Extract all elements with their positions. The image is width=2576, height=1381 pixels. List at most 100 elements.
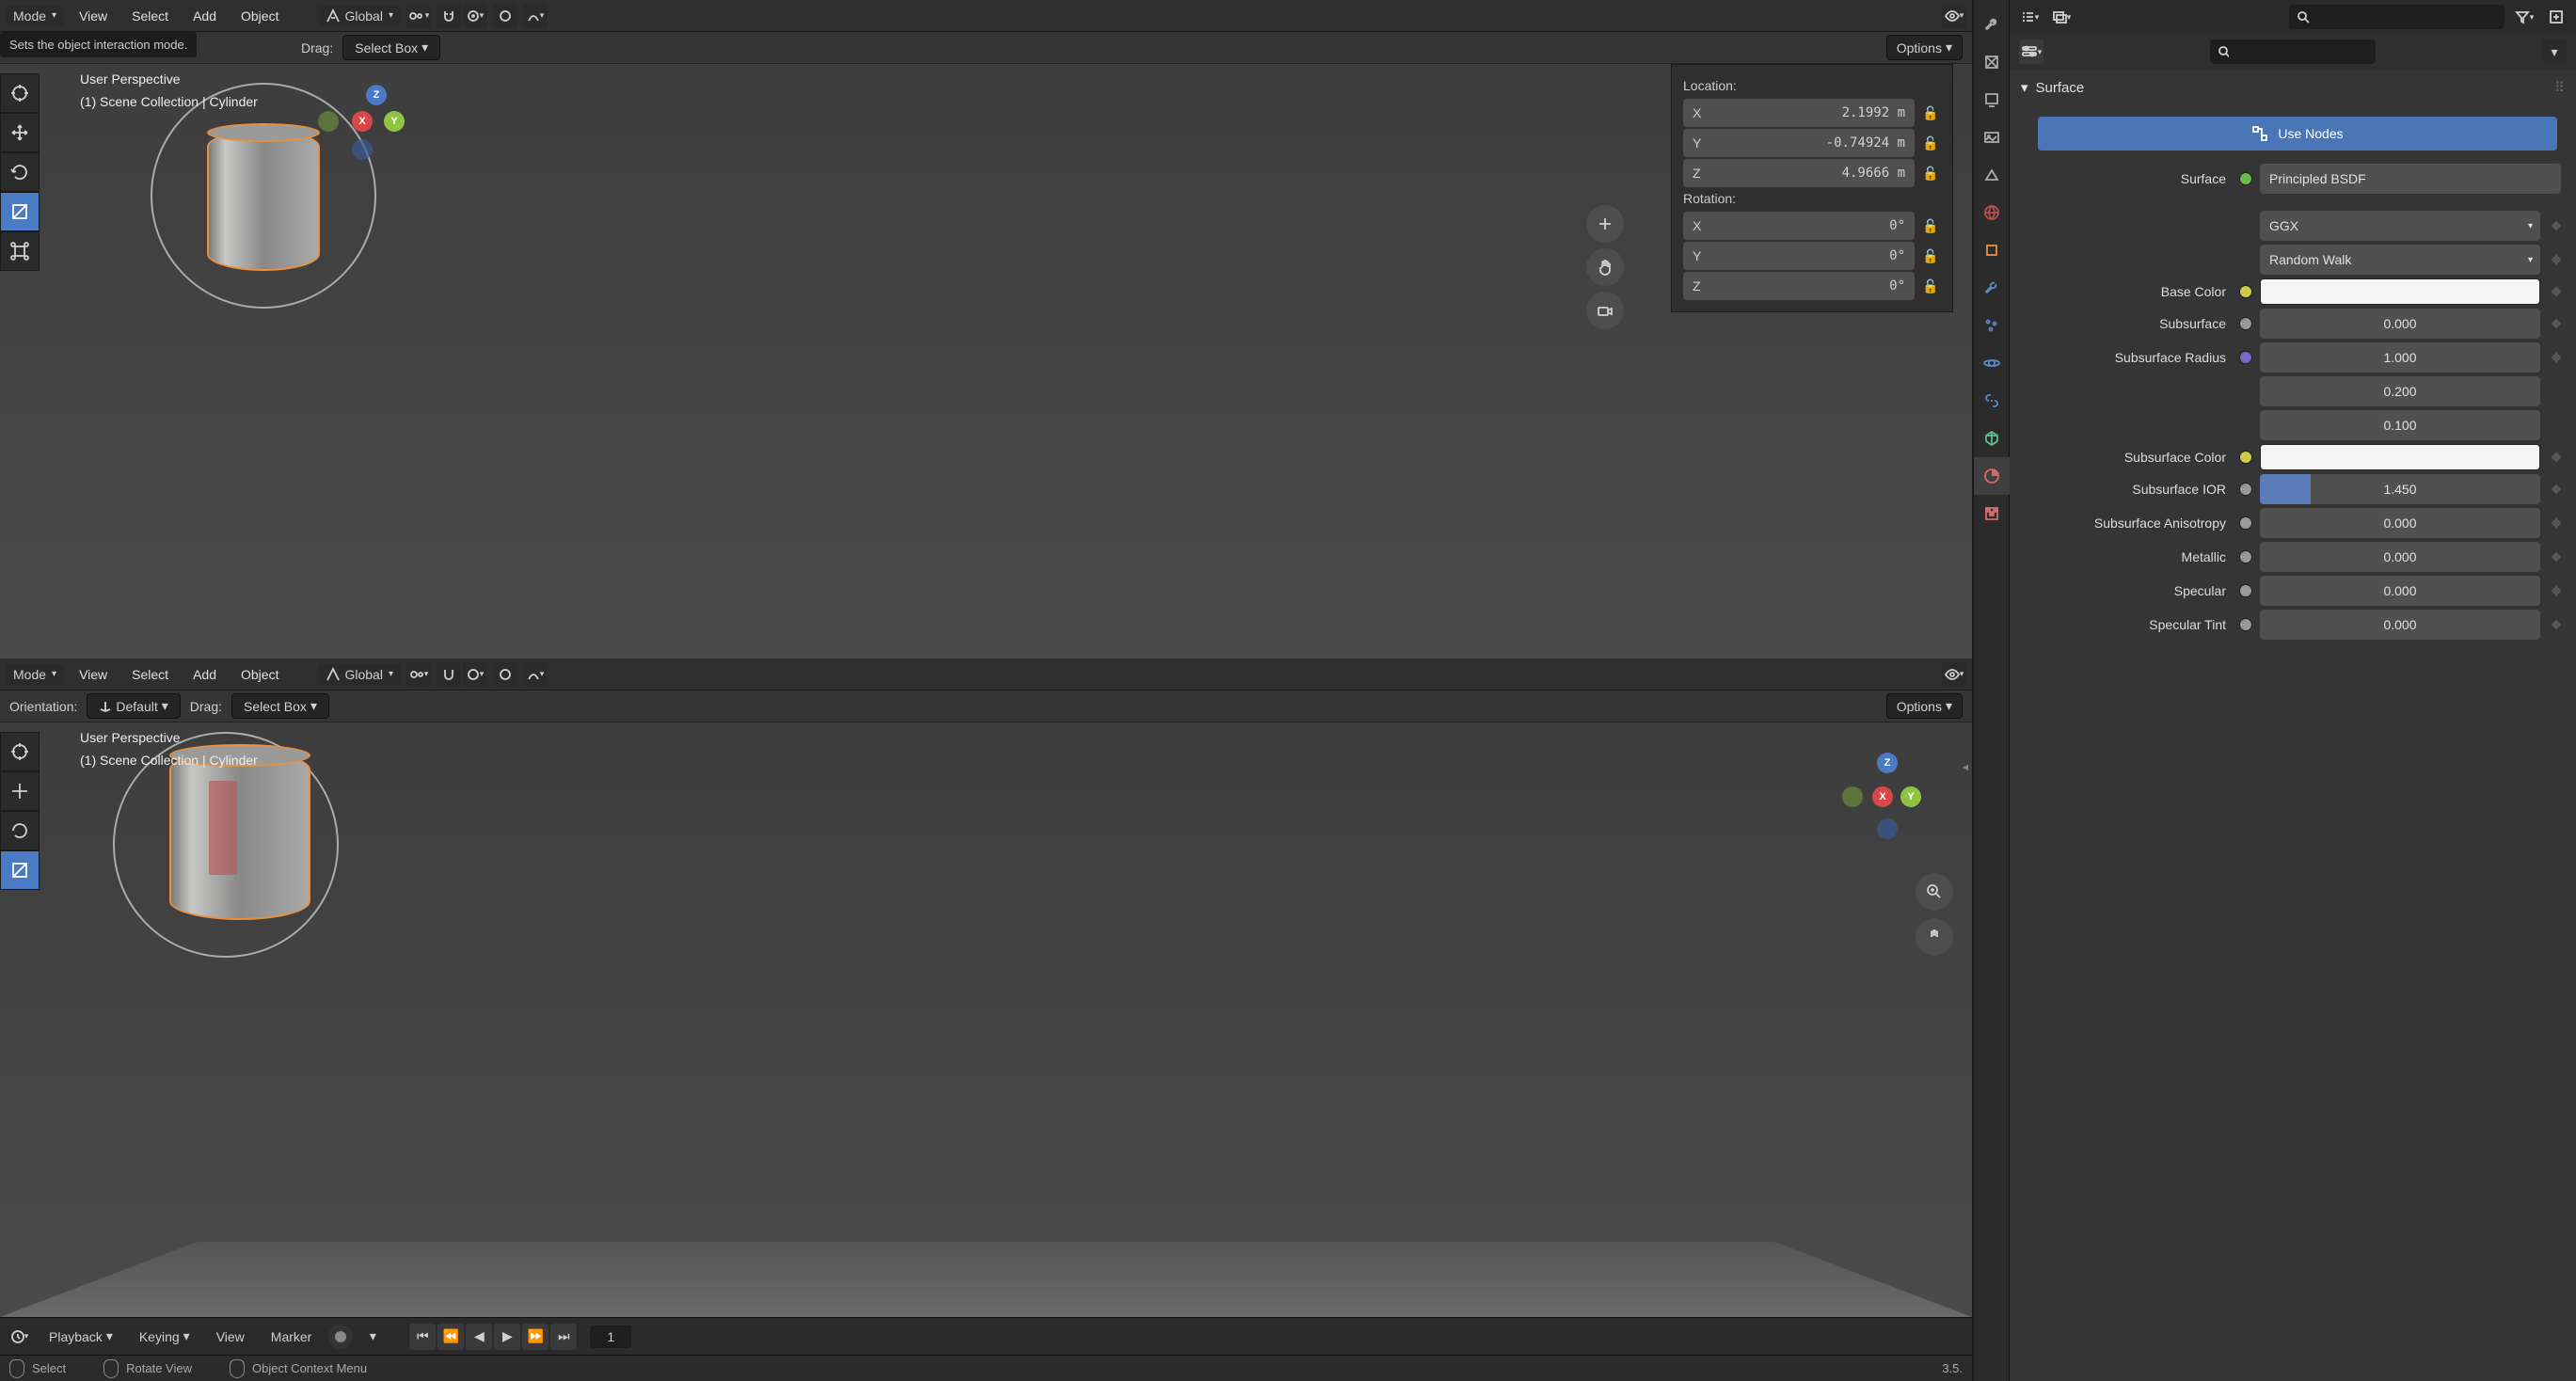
gizmo-x[interactable]: X [352,111,373,132]
outliner-filter[interactable]: ▾ [2512,5,2536,29]
keyframe-diamond[interactable] [2550,451,2563,464]
tab-viewlayer[interactable] [1974,119,2010,156]
pan-button-2[interactable] [1916,918,1953,956]
menu-select[interactable]: Select [122,5,178,27]
timeline-editor-dropdown[interactable]: ▾ [8,1325,32,1349]
gizmo-neg-y-2[interactable] [1842,786,1863,807]
tab-render[interactable] [1974,43,2010,81]
keyframe-diamond[interactable] [2550,253,2563,266]
nav-gizmo[interactable]: Z X Y [348,92,405,149]
tab-output[interactable] [1974,81,2010,119]
specular-tint-field[interactable]: 0.000 [2260,610,2540,640]
keyframe-prev-button[interactable]: ⏪ [437,1324,464,1350]
pan-button[interactable] [1586,248,1624,286]
scale-tool[interactable] [0,192,40,231]
lock-icon[interactable]: 🔓 [1922,166,1941,182]
subsurface-socket[interactable] [2239,317,2252,330]
rotation-y-field[interactable]: Y0° [1683,242,1915,270]
visibility-dropdown-2[interactable]: ▾ [1942,662,1966,687]
lock-icon[interactable]: 🔓 [1922,278,1941,294]
snap-toggle-2[interactable] [437,662,461,687]
base-color-swatch[interactable] [2260,278,2540,305]
viewport-1[interactable]: User Perspective (1) Scene Collection | … [0,64,1972,659]
subsurface-ior-field[interactable]: 1.450 [2260,474,2540,504]
gizmo-neg-z-2[interactable] [1877,818,1898,839]
surface-shader-dropdown[interactable]: Principled BSDF [2260,164,2561,194]
rotation-z-field[interactable]: Z0° [1683,272,1915,300]
snap-dropdown-2[interactable]: ▾ [463,662,487,687]
scale-tool-2[interactable] [0,850,40,890]
location-y-field[interactable]: Y-0.74924 m [1683,129,1915,157]
orientation-select[interactable]: Default▾ [87,693,180,719]
pivot-dropdown-2[interactable]: ▾ [406,662,431,687]
snap-dropdown[interactable]: ▾ [463,4,487,28]
tab-scene[interactable] [1974,156,2010,194]
properties-toggle[interactable]: ▾ [2019,40,2043,64]
orientation-dropdown-2[interactable]: Global▾ [318,664,401,685]
base-color-socket[interactable] [2239,285,2252,298]
menu-object-2[interactable]: Object [231,663,288,686]
viewport-2[interactable]: User Perspective (1) Scene Collection | … [0,722,1972,1317]
location-x-field[interactable]: X2.1992 m [1683,99,1915,127]
auto-key-toggle[interactable] [328,1325,353,1349]
menu-add[interactable]: Add [183,5,226,27]
metallic-socket[interactable] [2239,550,2252,564]
tab-texture[interactable] [1974,495,2010,532]
play-button[interactable]: ▶ [494,1324,520,1350]
specular-socket[interactable] [2239,584,2252,597]
radius-z-field[interactable]: 0.100 [2260,410,2540,440]
subsurface-color-swatch[interactable] [2260,444,2540,470]
menu-object[interactable]: Object [231,5,288,27]
keyframe-diamond[interactable] [2550,618,2563,631]
mode-dropdown[interactable]: Mode▾ [6,6,64,26]
rotate-tool-2[interactable] [0,811,40,850]
metallic-field[interactable]: 0.000 [2260,542,2540,572]
nav-gizmo-2[interactable]: Z X Y [1859,760,1916,817]
gizmo-neg-y[interactable] [318,111,339,132]
keyframe-diamond[interactable] [2550,516,2563,530]
menu-select-2[interactable]: Select [122,663,178,686]
radius-x-field[interactable]: 1.000 [2260,342,2540,373]
properties-search[interactable] [2210,40,2377,64]
tab-material[interactable] [1974,457,2010,495]
options-dropdown[interactable]: Options▾ [1886,35,1963,60]
mode-dropdown-2[interactable]: Mode▾ [6,664,64,685]
gizmo-z-2[interactable]: Z [1877,753,1898,773]
proportional-toggle-2[interactable] [493,662,517,687]
lock-icon[interactable]: 🔓 [1922,135,1941,151]
location-z-field[interactable]: Z4.9666 m [1683,159,1915,187]
jump-start-button[interactable]: ⏮ [409,1324,436,1350]
specular-field[interactable]: 0.000 [2260,576,2540,606]
marker-menu[interactable]: Marker [262,1325,322,1348]
drag-handle-icon[interactable]: ⠿ [2554,79,2565,96]
tab-data[interactable] [1974,420,2010,457]
subsurface-field[interactable]: 0.000 [2260,309,2540,339]
lock-icon[interactable]: 🔓 [1922,248,1941,264]
gizmo-y-2[interactable]: Y [1900,786,1921,807]
rotation-x-field[interactable]: X0° [1683,212,1915,240]
proportional-dropdown-2[interactable]: ▾ [523,662,548,687]
menu-add-2[interactable]: Add [183,663,226,686]
ior-socket[interactable] [2239,483,2252,496]
drag-select-dropdown[interactable]: Select Box▾ [342,35,440,60]
gizmo-neg-z[interactable] [352,139,373,160]
aniso-socket[interactable] [2239,516,2252,530]
cursor-tool[interactable] [0,73,40,113]
playback-menu[interactable]: Playback ▾ [40,1325,122,1348]
keyframe-diamond[interactable] [2550,550,2563,564]
keyframe-next-button[interactable]: ⏩ [522,1324,549,1350]
jump-end-button[interactable]: ⏭ [550,1324,577,1350]
tab-particles[interactable] [1974,307,2010,344]
move-tool[interactable] [0,113,40,152]
orientation-dropdown[interactable]: Global▾ [318,6,401,26]
sidebar-toggle[interactable]: ◂ [1963,760,1968,773]
pivot-dropdown[interactable]: ▾ [406,4,431,28]
drag-select-2[interactable]: Select Box▾ [231,693,329,719]
visibility-dropdown[interactable]: ▾ [1942,4,1966,28]
outliner-search[interactable] [2289,5,2504,29]
gizmo-y[interactable]: Y [384,111,405,132]
play-reverse-button[interactable]: ◀ [466,1324,492,1350]
tab-constraints[interactable] [1974,382,2010,420]
lock-icon[interactable]: 🔓 [1922,218,1941,234]
keying-menu[interactable]: Keying ▾ [130,1325,199,1348]
